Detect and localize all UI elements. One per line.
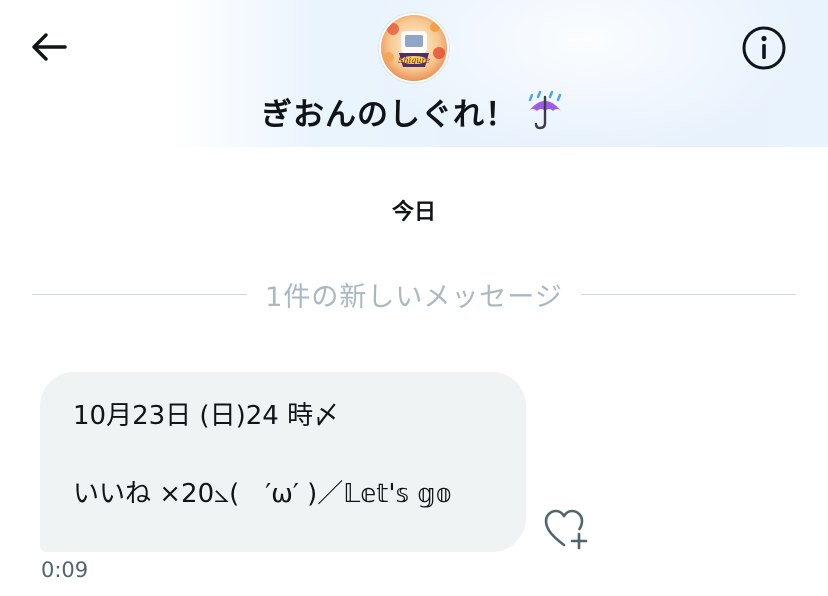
new-messages-label: 1件の新しいメッセージ <box>265 281 563 313</box>
date-separator: 今日 <box>391 200 436 225</box>
add-reaction-button[interactable] <box>540 506 592 552</box>
message-line-2: いいね ×20⦣( ′ω′ )／𝕃𝕖𝕥'𝕤 𝕘𝕠 <box>73 479 452 509</box>
divider-line-right <box>580 293 797 295</box>
message-line-1: 10月23日 (日)24 時〆 <box>73 401 340 431</box>
message-bubble[interactable]: 10月23日 (日)24 時〆 いいね ×20⦣( ′ω′ )／𝕃𝕖𝕥'𝕤 𝕘𝕠 <box>40 372 526 552</box>
new-messages-divider: 1件の新しいメッセージ <box>32 272 797 316</box>
heart-plus-icon <box>544 509 588 550</box>
conversation-info-button[interactable] <box>740 24 788 72</box>
message-timestamp: 0:09 <box>41 558 89 582</box>
conversation-header: Shigure ぎおんのしぐれ！ <box>0 0 828 150</box>
info-circle-icon <box>742 26 786 70</box>
divider-line-left <box>32 293 248 295</box>
umbrella-rain-icon <box>528 90 562 130</box>
avatar[interactable]: Shigure <box>379 13 449 83</box>
back-button[interactable] <box>28 28 70 66</box>
conversation-title[interactable]: ぎおんのしぐれ！ <box>0 86 828 136</box>
conversation-name: ぎおんのしぐれ！ <box>261 96 517 133</box>
arrow-left-icon <box>32 33 67 61</box>
svg-text:Shigure: Shigure <box>398 56 430 65</box>
profile-avatar-icon: Shigure <box>379 13 449 83</box>
